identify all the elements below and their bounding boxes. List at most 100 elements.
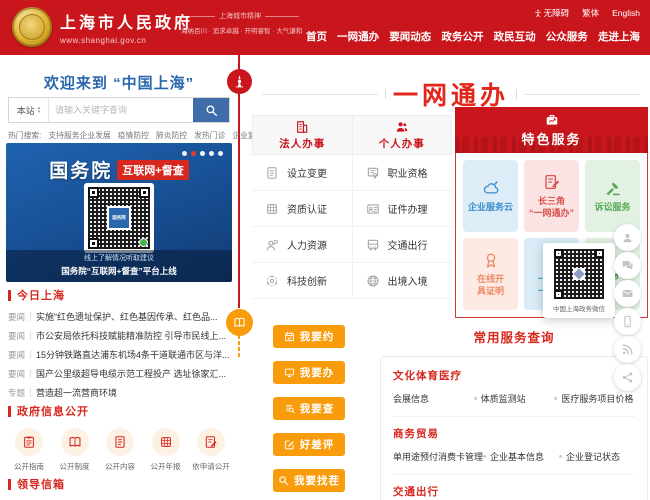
action-handle-online[interactable]: 我要办	[273, 361, 345, 384]
site-header: 上海市人民政府 www.shanghai.gov.cn 上海城市精神 海纳百川 …	[0, 0, 650, 55]
service-group-transportation: 交通出行 机动车违法信息 实时路况 出入境业务办理	[393, 475, 635, 500]
envelope-icon	[621, 287, 634, 300]
carousel-banner[interactable]: 国务院 互联网+督查 国务院 线上了解情况听取建议 国务院“互联网+督查”平台上…	[6, 143, 232, 282]
gov-info-item-annual-report[interactable]: 公开年报	[145, 428, 187, 472]
search-scope-select[interactable]: 本站 ▴ ▾	[9, 98, 49, 122]
pen-document-icon	[204, 435, 218, 449]
english-link[interactable]: English	[612, 8, 640, 18]
hot-word[interactable]: 支持服务企业发展	[48, 130, 110, 141]
nav-home[interactable]: 首页	[306, 29, 327, 44]
float-rss-button[interactable]	[614, 336, 641, 363]
nav-one-stop-service[interactable]: 一网通办	[337, 29, 379, 44]
site-url: www.shanghai.gov.cn	[60, 36, 147, 45]
gov-info-disclosure-section: 政府信息公开 公开指南 公开制度 公开内容 公开年报 依申请公开	[8, 403, 232, 472]
gov-info-item-rules[interactable]: 公开制度	[54, 428, 96, 472]
banner-caption-line2: 国务院“互联网+督查”平台上线	[61, 266, 177, 276]
service-link[interactable]: 单用途预付消费卡管理	[393, 450, 483, 463]
news-item[interactable]: 要闻 实施“红色遗址保护、红色基因传承、红色品...	[8, 311, 232, 323]
tile-online-certificates[interactable]: 在线开 具证明	[463, 238, 518, 310]
action-query[interactable]: 我要查	[273, 397, 345, 420]
cloud-icon	[482, 179, 500, 197]
nav-about-shanghai[interactable]: 走进上海	[598, 29, 640, 44]
news-item[interactable]: 专题 营造超一流营商环境	[8, 387, 232, 399]
service-group-culture-sports-medical: 文化体育医疗 会展信息 体质监测站 医疗服务项目价格	[393, 359, 635, 417]
nav-gov-disclosure[interactable]: 政务公开	[441, 29, 483, 44]
nav-interaction[interactable]: 政民互动	[494, 29, 536, 44]
action-book-appointment[interactable]: 我要约	[273, 325, 345, 348]
common-services-title: 常用服务查询	[473, 331, 555, 345]
search-input[interactable]	[49, 98, 193, 122]
document-search-icon	[284, 403, 295, 414]
gov-info-item-on-request[interactable]: 依申请公开	[190, 428, 232, 472]
accessibility-link[interactable]: 无障碍	[534, 7, 570, 19]
gov-emblem-logo[interactable]	[12, 7, 52, 47]
tab-personal-services[interactable]: 个人办事	[352, 115, 452, 155]
search-icon	[205, 104, 218, 117]
banner-title-row: 国务院 互联网+督查	[6, 156, 232, 183]
service-lists: 设立变更 资质认证 人力资源 科技创新 职业资格 证件办理 交通出行 出境入境	[252, 155, 452, 299]
list-item-establish-change[interactable]: 设立变更	[252, 155, 352, 191]
news-item[interactable]: 要闻 国产公里级超导电缆示范工程投产 选址徐家汇...	[8, 368, 232, 380]
gov-info-item-content[interactable]: 公开内容	[99, 428, 141, 472]
service-group-title: 文化体育医疗	[393, 370, 462, 382]
news-tag: 要闻	[8, 330, 26, 341]
news-item[interactable]: 要闻 15分钟铁路直达浦东机场4条干道联通市区与洋...	[8, 349, 232, 361]
building-icon	[295, 120, 309, 134]
service-link[interactable]: 企业基本信息	[483, 450, 559, 463]
leader-mailbox-section[interactable]: 领导信箱	[8, 476, 232, 492]
news-headline: 15分钟铁路直达浦东机场4条干道联通市区与洋...	[36, 350, 230, 360]
gov-info-item-guide[interactable]: 公开指南	[8, 428, 50, 472]
wechat-qr-code	[554, 249, 604, 299]
id-card-icon	[366, 202, 380, 216]
gavel-icon	[604, 179, 622, 197]
tile-enterprise-service-cloud[interactable]: 企业服务云	[463, 160, 518, 232]
tile-litigation-services[interactable]: 诉讼服务	[585, 160, 640, 232]
hot-word[interactable]: 发热门诊	[194, 130, 225, 141]
list-item-tech-innovation[interactable]: 科技创新	[252, 263, 352, 299]
action-rate-service[interactable]: 好差评	[273, 433, 345, 456]
float-user-button[interactable]	[614, 224, 641, 251]
list-item-professional-qualification[interactable]: 职业资格	[352, 155, 452, 191]
service-link[interactable]: 体质监测站	[474, 392, 555, 405]
service-group-title: 商务贸易	[393, 428, 439, 440]
leader-mailbox-heading: 领导信箱	[8, 476, 232, 492]
pencil-square-icon	[284, 439, 295, 450]
accessibility-label: 无障碍	[543, 8, 570, 18]
service-link[interactable]: 医疗服务项目价格	[554, 392, 635, 405]
book-icon	[68, 435, 82, 449]
qr-center-logo	[573, 268, 585, 280]
certificate-icon	[366, 166, 380, 180]
service-link[interactable]: 企业登记状态	[559, 450, 635, 463]
chat-bubbles-icon	[621, 259, 634, 272]
float-chat-button[interactable]	[614, 252, 641, 279]
tab-corporate-services[interactable]: 法人办事	[252, 115, 353, 155]
nav-news[interactable]: 要闻动态	[389, 29, 431, 44]
search-button[interactable]	[193, 98, 229, 122]
tile-yangtze-delta-one-stop[interactable]: 长三角 “一网通办”	[524, 160, 579, 232]
list-item-transportation[interactable]: 交通出行	[352, 227, 452, 263]
city-spirit-slogan: 上海城市精神 海纳百川 · 追求卓越 · 开明睿智 · 大气谦和	[181, 11, 302, 35]
timeline-tower-marker	[227, 69, 252, 94]
site-identity[interactable]: 上海市人民政府 www.shanghai.gov.cn	[60, 9, 193, 45]
float-share-button[interactable]	[614, 364, 641, 391]
hot-word[interactable]: 肺炎防控	[156, 130, 187, 141]
float-mobile-button[interactable]	[614, 308, 641, 335]
traditional-chinese-link[interactable]: 繁体	[582, 7, 599, 19]
nav-public-services[interactable]: 公众服务	[546, 29, 588, 44]
news-item[interactable]: 要闻 市公安局依托科技赋能精准防控 引导市民线上...	[8, 330, 232, 342]
service-tabs: 法人办事 个人办事	[252, 115, 452, 155]
banner-title: 国务院	[49, 161, 113, 182]
quick-action-buttons: 我要约 我要办 我要查 好差评 我要找茬	[273, 325, 345, 492]
bus-icon	[366, 238, 380, 252]
list-item-qualification-cert[interactable]: 资质认证	[252, 191, 352, 227]
hot-word[interactable]: 疫情防控	[118, 130, 149, 141]
service-link[interactable]: 会展信息	[393, 392, 474, 405]
list-item-id-documents[interactable]: 证件办理	[352, 191, 452, 227]
city-spirit-title: 上海城市精神	[181, 11, 299, 21]
action-find-fault[interactable]: 我要找茬	[273, 469, 345, 492]
header-utilities: 无障碍 繁体 English	[534, 7, 640, 19]
float-mail-button[interactable]	[614, 280, 641, 307]
list-item-entry-exit[interactable]: 出境入境	[352, 263, 452, 299]
news-headline: 市公安局依托科技赋能精准防控 引导市民线上...	[36, 331, 227, 341]
list-item-human-resources[interactable]: 人力资源	[252, 227, 352, 263]
